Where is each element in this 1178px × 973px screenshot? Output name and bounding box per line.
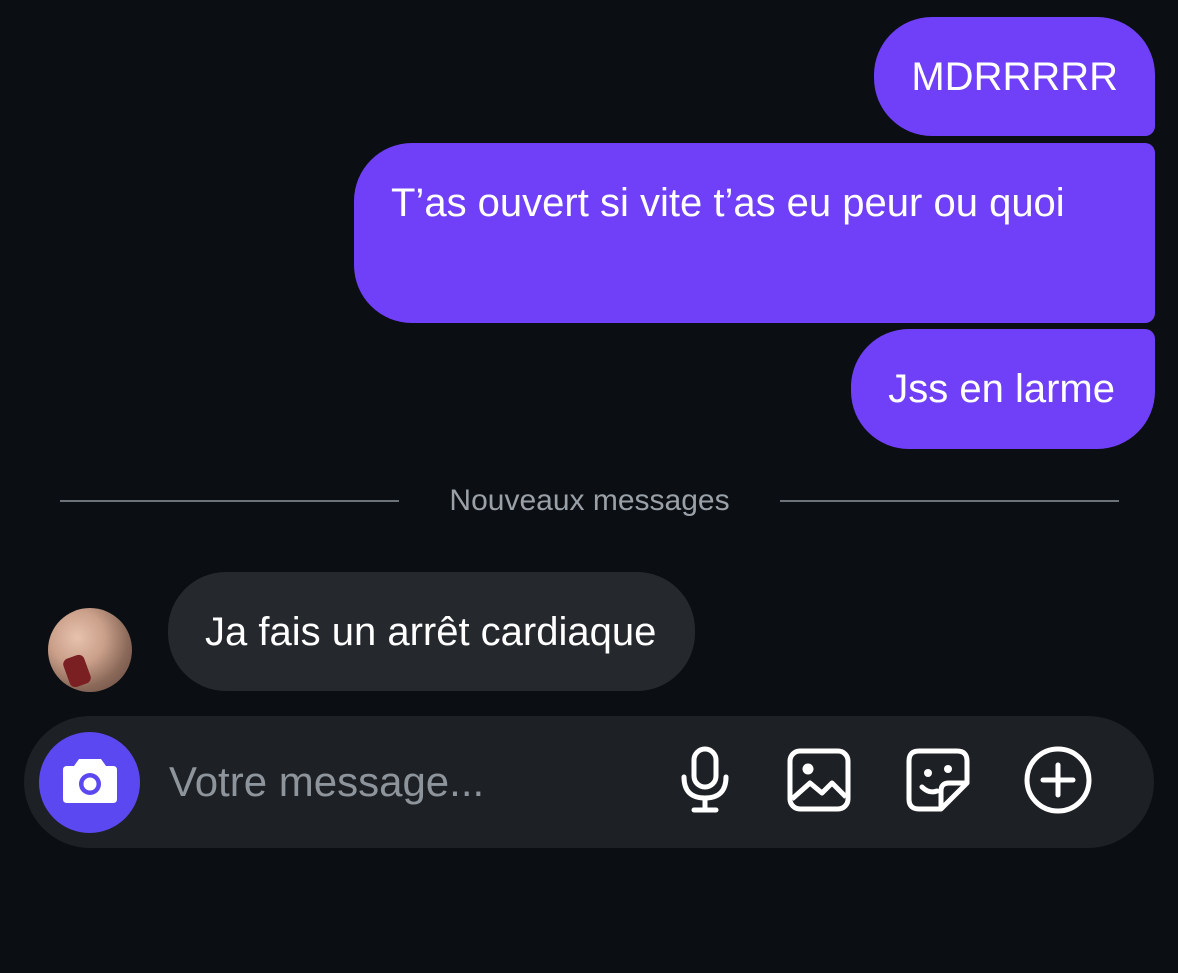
sticker-icon — [905, 747, 971, 818]
message-input[interactable] — [169, 752, 629, 812]
message-composer — [24, 716, 1154, 848]
divider-line — [780, 500, 1119, 502]
more-options-button[interactable] — [1022, 746, 1094, 818]
received-message[interactable]: Ja fais un arrêt cardiaque — [168, 572, 696, 691]
message-text: MDRRRRR — [911, 55, 1118, 99]
contact-avatar[interactable] — [48, 608, 132, 692]
microphone-icon — [677, 745, 733, 820]
message-text: Jss en larme — [888, 367, 1115, 411]
plus-circle-icon — [1023, 745, 1093, 820]
sent-message[interactable]: MDRRRRR — [874, 17, 1155, 136]
avatar-photo-detail — [61, 653, 93, 689]
message-text: Ja fais un arrêt cardiaque — [205, 610, 657, 654]
sent-message[interactable]: Jss en larme — [851, 329, 1155, 449]
message-text: T’as ouvert si vite t’as eu peur ou quoi — [391, 181, 1065, 225]
sent-message[interactable]: T’as ouvert si vite t’as eu peur ou quoi — [354, 143, 1155, 323]
camera-icon — [61, 755, 119, 810]
sticker-button[interactable] — [902, 746, 974, 818]
microphone-button[interactable] — [669, 746, 741, 818]
new-messages-divider: Nouveaux messages — [60, 484, 1119, 518]
camera-button[interactable] — [39, 732, 140, 833]
image-icon — [786, 747, 852, 818]
gallery-button[interactable] — [783, 746, 855, 818]
